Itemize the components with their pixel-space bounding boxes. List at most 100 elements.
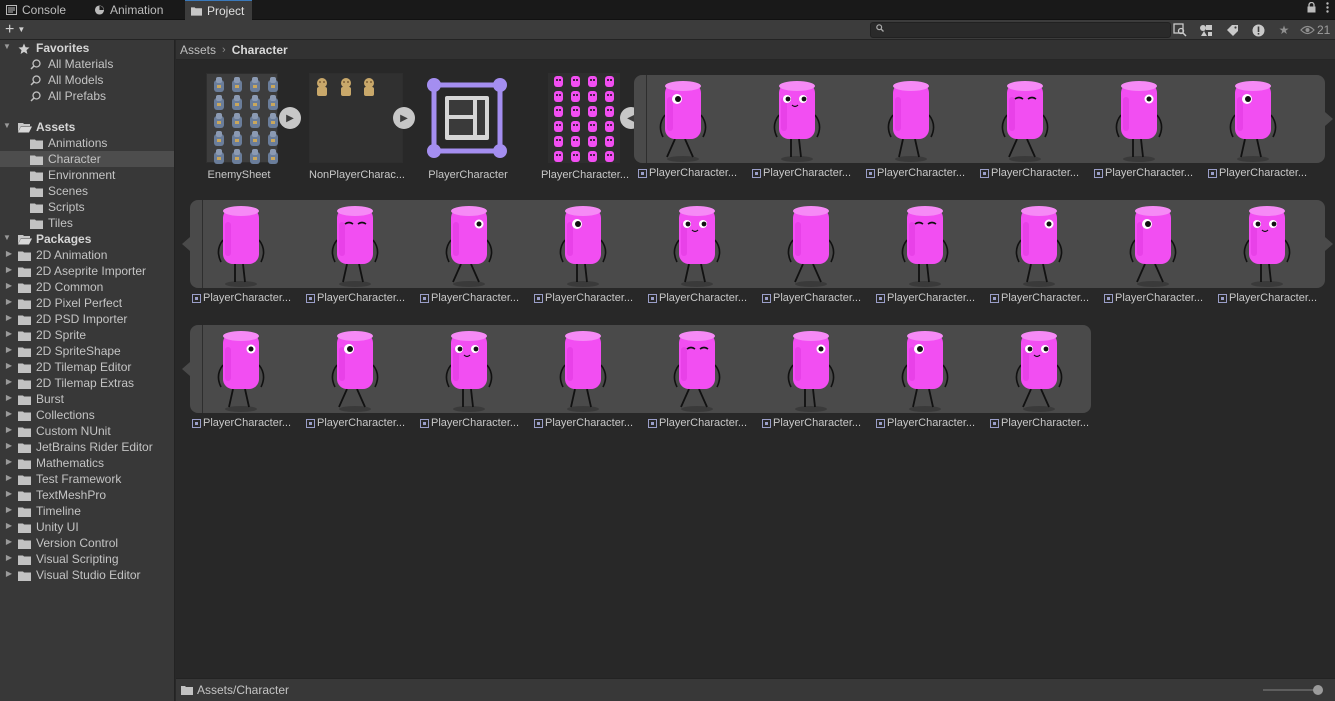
package-item[interactable]: ▶ Version Control xyxy=(0,535,174,551)
sidebar-item-character[interactable]: Character xyxy=(0,151,174,167)
sprite-subasset[interactable]: PlayerCharacter... xyxy=(874,200,988,320)
sprite-subasset[interactable]: PlayerCharacter... xyxy=(760,200,874,320)
sprite-subasset[interactable]: PlayerCharacter... xyxy=(978,75,1092,195)
sprite-subasset[interactable]: PlayerCharacter... xyxy=(532,325,646,445)
sidebar-item-scenes[interactable]: Scenes xyxy=(0,183,174,199)
chevron-down-icon[interactable]: ▼ xyxy=(2,121,12,130)
sidebar-item-environment[interactable]: Environment xyxy=(0,167,174,183)
package-item[interactable]: ▶ Visual Scripting xyxy=(0,551,174,567)
tab-console[interactable]: Console xyxy=(0,0,74,20)
chevron-right-icon[interactable]: ▶ xyxy=(4,409,14,418)
chevron-right-icon[interactable]: ▶ xyxy=(4,361,14,370)
sprite-subasset[interactable]: PlayerCharacter... xyxy=(988,200,1102,320)
package-item[interactable]: ▶ TextMeshPro xyxy=(0,487,174,503)
chevron-right-icon[interactable]: ▶ xyxy=(4,521,14,530)
package-item[interactable]: ▶ Timeline xyxy=(0,503,174,519)
sprite-subasset[interactable]: PlayerCharacter... xyxy=(874,325,988,445)
chevron-right-icon[interactable]: ▶ xyxy=(4,313,14,322)
sprite-subasset[interactable]: PlayerCharacter... xyxy=(532,200,646,320)
chevron-down-icon[interactable]: ▼ xyxy=(2,42,12,51)
tab-project[interactable]: Project xyxy=(185,0,253,20)
chevron-right-icon[interactable]: ▶ xyxy=(4,393,14,402)
expand-sprites-button[interactable]: ▶ xyxy=(393,107,415,129)
sidebar-item-scripts[interactable]: Scripts xyxy=(0,199,174,215)
chevron-right-icon[interactable]: ▶ xyxy=(4,377,14,386)
package-item[interactable]: ▶ 2D Pixel Perfect xyxy=(0,295,174,311)
breadcrumb-character[interactable]: Character xyxy=(232,43,288,57)
chevron-right-icon[interactable]: ▶ xyxy=(4,345,14,354)
sprite-subasset[interactable]: PlayerCharacter... xyxy=(1092,75,1206,195)
chevron-right-icon[interactable]: ▶ xyxy=(4,425,14,434)
sprite-subasset[interactable]: PlayerCharacter... xyxy=(418,325,532,445)
breadcrumb-assets[interactable]: Assets xyxy=(180,43,216,57)
sprite-subasset[interactable]: PlayerCharacter... xyxy=(1216,200,1330,320)
chevron-down-icon[interactable]: ▼ xyxy=(2,233,12,242)
sprite-subasset[interactable]: PlayerCharacter... xyxy=(646,200,760,320)
sidebar-item-animations[interactable]: Animations xyxy=(0,135,174,151)
sprite-subasset[interactable]: PlayerCharacter... xyxy=(1206,75,1320,195)
sprite-subasset[interactable]: PlayerCharacter... xyxy=(418,200,532,320)
chevron-right-icon[interactable]: ▶ xyxy=(4,265,14,274)
package-item[interactable]: ▶ Custom NUnit xyxy=(0,423,174,439)
search-input[interactable] xyxy=(870,22,1171,38)
package-item[interactable]: ▶ Collections xyxy=(0,407,174,423)
hidden-packages-toggle[interactable]: 21 xyxy=(1300,23,1330,37)
filter-by-label-icon[interactable] xyxy=(1222,21,1242,39)
chevron-right-icon[interactable]: ▶ xyxy=(4,329,14,338)
favorite-search-item[interactable]: All Materials xyxy=(0,56,174,72)
sprite-subasset[interactable]: PlayerCharacter... xyxy=(304,325,418,445)
favorite-star-icon[interactable]: ★ xyxy=(1274,21,1294,39)
tab-animation[interactable]: Animation xyxy=(88,0,171,20)
sprite-subasset[interactable]: PlayerCharacter... xyxy=(190,325,304,445)
lock-icon[interactable] xyxy=(1307,1,1316,16)
chevron-right-icon[interactable]: ▶ xyxy=(4,537,14,546)
favorite-search-item[interactable]: All Prefabs xyxy=(0,88,174,104)
chevron-right-icon[interactable]: ▶ xyxy=(4,441,14,450)
package-item[interactable]: ▶ 2D Sprite xyxy=(0,327,174,343)
package-item[interactable]: ▶ 2D Tilemap Extras xyxy=(0,375,174,391)
chevron-right-icon[interactable]: ▶ xyxy=(4,457,14,466)
sprite-subasset[interactable]: PlayerCharacter... xyxy=(760,325,874,445)
package-item[interactable]: ▶ 2D PSD Importer xyxy=(0,311,174,327)
sprite-subasset[interactable]: PlayerCharacter... xyxy=(750,75,864,195)
packages-header[interactable]: ▼ Packages xyxy=(0,231,174,247)
package-item[interactable]: ▶ 2D SpriteShape xyxy=(0,343,174,359)
chevron-right-icon[interactable]: ▶ xyxy=(4,553,14,562)
sprite-subasset[interactable]: PlayerCharacter... xyxy=(1102,200,1216,320)
sprite-subasset[interactable]: PlayerCharacter... xyxy=(304,200,418,320)
thumbnail-size-slider[interactable] xyxy=(1263,685,1323,695)
chevron-right-icon[interactable]: ▶ xyxy=(4,249,14,258)
package-item[interactable]: ▶ Burst xyxy=(0,391,174,407)
sprite-subasset[interactable]: PlayerCharacter... xyxy=(864,75,978,195)
package-item[interactable]: ▶ 2D Animation xyxy=(0,247,174,263)
slider-knob[interactable] xyxy=(1313,685,1323,695)
sprite-subasset[interactable]: PlayerCharacter... xyxy=(636,75,750,195)
assets-header[interactable]: ▼ Assets xyxy=(0,119,174,135)
chevron-right-icon[interactable]: ▶ xyxy=(4,297,14,306)
package-item[interactable]: ▶ 2D Common xyxy=(0,279,174,295)
chevron-right-icon[interactable]: ▶ xyxy=(4,489,14,498)
package-item[interactable]: ▶ 2D Aseprite Importer xyxy=(0,263,174,279)
chevron-right-icon[interactable]: ▶ xyxy=(4,505,14,514)
sprite-subasset[interactable]: PlayerCharacter... xyxy=(190,200,304,320)
sprite-subasset[interactable]: PlayerCharacter... xyxy=(646,325,760,445)
chevron-right-icon[interactable]: ▶ xyxy=(4,473,14,482)
warning-filter-icon[interactable] xyxy=(1248,21,1268,39)
filter-by-type-icon[interactable] xyxy=(1196,21,1216,39)
package-item[interactable]: ▶ 2D Tilemap Editor xyxy=(0,359,174,375)
package-item[interactable]: ▶ JetBrains Rider Editor xyxy=(0,439,174,455)
sprite-subasset[interactable]: PlayerCharacter... xyxy=(988,325,1102,445)
favorites-header[interactable]: ▼ Favorites xyxy=(0,40,174,56)
sidebar-item-tiles[interactable]: Tiles xyxy=(0,215,174,231)
chevron-right-icon[interactable]: ▶ xyxy=(4,569,14,578)
package-item[interactable]: ▶ Test Framework xyxy=(0,471,174,487)
package-item[interactable]: ▶ Mathematics xyxy=(0,455,174,471)
create-asset-button[interactable]: + ▼ xyxy=(5,21,25,39)
expand-sprites-button[interactable]: ▶ xyxy=(279,107,301,129)
package-item[interactable]: ▶ Visual Studio Editor xyxy=(0,567,174,583)
chevron-right-icon[interactable]: ▶ xyxy=(4,281,14,290)
more-menu-icon[interactable] xyxy=(1326,2,1329,16)
favorite-search-item[interactable]: All Models xyxy=(0,72,174,88)
search-by-type-icon[interactable] xyxy=(1170,21,1190,39)
package-item[interactable]: ▶ Unity UI xyxy=(0,519,174,535)
